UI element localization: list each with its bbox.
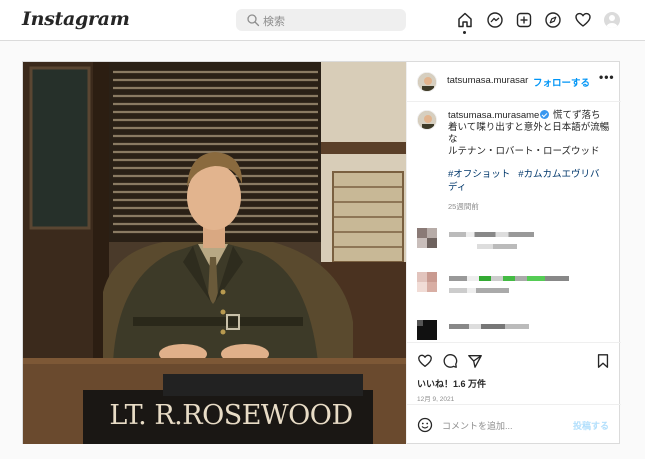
top-nav: Instagram 検索 bbox=[0, 0, 645, 41]
comment-icon[interactable] bbox=[442, 353, 458, 369]
add-comment-bar: コメントを追加... 投稿する bbox=[407, 404, 621, 444]
caption-text-1: 慌てず落ち bbox=[552, 110, 601, 121]
follow-button[interactable]: フォローする bbox=[533, 75, 590, 89]
hashtags: #オフショット #カムカムエヴリバ ディ bbox=[448, 168, 614, 194]
more-options-icon[interactable]: ••• bbox=[599, 70, 615, 84]
comment-text-blurred bbox=[449, 276, 569, 281]
commenter-avatar[interactable] bbox=[417, 228, 437, 248]
home-active-dot bbox=[463, 31, 466, 34]
post-side-panel: tatsumasa.murasar フォローする ••• tatsumasa.m… bbox=[406, 62, 621, 444]
save-bookmark-icon[interactable] bbox=[595, 353, 611, 369]
post-header: tatsumasa.murasar フォローする ••• bbox=[407, 62, 621, 102]
post-card: LT. R.ROSEWOOD tatsumasa.murasar フォローする … bbox=[22, 61, 621, 444]
new-post-icon[interactable] bbox=[515, 11, 533, 29]
post-comment-button[interactable]: 投稿する bbox=[573, 419, 609, 432]
caption-text-3: な bbox=[448, 134, 458, 145]
activity-heart-icon[interactable] bbox=[574, 11, 592, 29]
post-caption: tatsumasa.murasame 慌てず落ち 着いて喋り出すと意外と日本語が… bbox=[448, 110, 614, 158]
messenger-icon[interactable] bbox=[486, 11, 504, 29]
hashtag-comecome-cont[interactable]: ディ bbox=[448, 182, 466, 193]
post-date: 12月 9, 2021 bbox=[417, 396, 455, 403]
search-icon bbox=[247, 14, 260, 27]
caption-text-4: ルテナン・ロバート・ローズウッド bbox=[448, 146, 600, 157]
author-avatar[interactable] bbox=[417, 72, 437, 92]
hashtag-comecome[interactable]: #カムカムエヴリバ bbox=[518, 169, 599, 180]
comment-item bbox=[417, 228, 612, 258]
hashtag-offshot[interactable]: #オフショット bbox=[448, 169, 510, 180]
instagram-logo[interactable]: Instagram bbox=[22, 8, 130, 30]
comment-input[interactable]: コメントを追加... bbox=[442, 419, 513, 432]
verified-badge-icon bbox=[540, 110, 550, 119]
nameplate-text: LT. R.ROSEWOOD bbox=[109, 400, 353, 431]
comment-meta-blurred bbox=[449, 288, 509, 293]
comment-meta-blurred bbox=[477, 244, 517, 249]
caption-author-avatar[interactable] bbox=[417, 110, 437, 130]
commenter-avatar[interactable] bbox=[417, 320, 437, 340]
explore-icon[interactable] bbox=[544, 11, 562, 29]
search-placeholder: 検索 bbox=[263, 16, 285, 28]
share-icon[interactable] bbox=[467, 353, 483, 369]
profile-avatar[interactable] bbox=[604, 12, 620, 28]
post-actions: いいね！1.6 万件 12月 9, 2021 bbox=[407, 342, 621, 403]
comment-text-blurred bbox=[449, 232, 534, 237]
caption-time: 25週間前 bbox=[448, 202, 479, 211]
comment-item bbox=[417, 272, 612, 302]
like-heart-icon[interactable] bbox=[417, 353, 433, 369]
like-count[interactable]: いいね！1.6 万件 bbox=[417, 377, 486, 390]
search-input[interactable]: 検索 bbox=[236, 9, 406, 31]
author-username[interactable]: tatsumasa.murasar bbox=[447, 75, 528, 86]
post-photo-image bbox=[23, 62, 406, 444]
emoji-icon[interactable] bbox=[417, 417, 433, 433]
comment-text-blurred bbox=[449, 324, 529, 329]
caption-text-2: 着いて喋り出すと意外と日本語が流暢 bbox=[448, 122, 610, 133]
caption-username[interactable]: tatsumasa.murasame bbox=[448, 110, 539, 121]
post-photo[interactable]: LT. R.ROSEWOOD bbox=[23, 62, 406, 444]
commenter-avatar[interactable] bbox=[417, 272, 437, 292]
home-icon[interactable] bbox=[456, 11, 474, 29]
